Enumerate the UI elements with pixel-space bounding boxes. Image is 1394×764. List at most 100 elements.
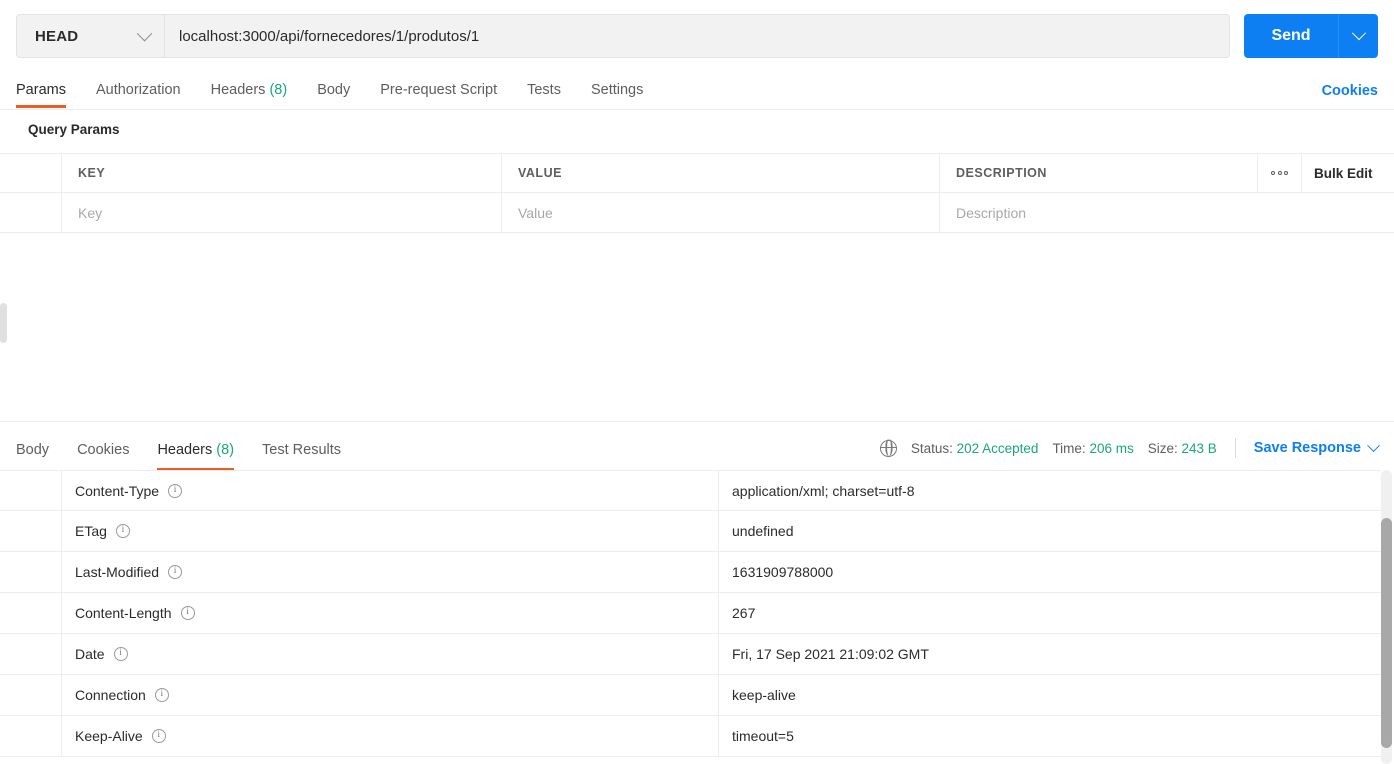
response-tabs: Body Cookies Headers (8) Test Results <box>16 422 369 470</box>
bulk-edit-button[interactable]: Bulk Edit <box>1302 154 1394 192</box>
response-scrollbar-thumb[interactable] <box>1381 518 1392 748</box>
column-label: DESCRIPTION <box>956 166 1047 180</box>
header-key-cell: Last-Modified i <box>62 552 719 592</box>
table-row: ETag i undefined <box>0 511 1381 552</box>
params-empty-area <box>0 235 1394 421</box>
header-key-cell: Keep-Alive i <box>62 716 719 756</box>
tab-response-cookies[interactable]: Cookies <box>77 442 129 470</box>
globe-icon <box>879 439 897 457</box>
tab-response-headers[interactable]: Headers (8) <box>157 442 234 470</box>
select-all-cell <box>0 154 62 192</box>
time-group: Time: 206 ms <box>1052 441 1133 456</box>
tab-label: Pre-request Script <box>380 81 498 98</box>
header-value-cell: undefined <box>732 523 794 539</box>
response-meta: Status: 202 Accepted Time: 206 ms Size: … <box>879 438 1380 470</box>
request-scrollbar-thumb[interactable] <box>0 303 7 343</box>
column-label: VALUE <box>518 166 562 180</box>
params-more-options-button[interactable] <box>1258 154 1302 192</box>
header-key-label: Last-Modified <box>75 564 160 580</box>
header-key-cell: Connection i <box>62 675 719 715</box>
tab-label: Tests <box>527 81 561 98</box>
tab-label: Authorization <box>95 81 181 98</box>
request-bar: HEAD localhost:3000/api/fornecedores/1/p… <box>0 0 1394 72</box>
row-checkbox-cell[interactable] <box>0 193 62 232</box>
response-bar: Body Cookies Headers (8) Test Results St… <box>0 421 1394 470</box>
tab-label: Settings <box>590 81 644 98</box>
tab-tests[interactable]: Tests <box>527 74 561 108</box>
header-key-cell: Content-Length i <box>62 593 719 633</box>
status-label: Status: <box>910 440 953 456</box>
ellipsis-icon <box>1271 171 1288 175</box>
method-select[interactable]: HEAD <box>17 15 165 57</box>
status-value: 202 Accepted <box>956 440 1039 456</box>
bulk-edit-label: Bulk Edit <box>1314 165 1373 181</box>
row-spacer-cell <box>0 552 62 592</box>
info-icon[interactable]: i <box>168 483 183 498</box>
send-options-button[interactable] <box>1338 14 1378 58</box>
header-value-cell: keep-alive <box>732 687 796 703</box>
header-key-cell: Content-Type i <box>62 471 719 510</box>
info-icon[interactable]: i <box>180 606 195 620</box>
tab-label: Params <box>16 81 66 98</box>
tab-label: Headers <box>210 81 266 98</box>
method-label: HEAD <box>35 27 79 45</box>
info-icon[interactable]: i <box>115 524 130 538</box>
info-icon[interactable]: i <box>113 647 128 661</box>
tab-params[interactable]: Params <box>16 74 66 108</box>
request-tabs: Params Authorization Headers (8) Body Pr… <box>0 72 1394 110</box>
tab-headers[interactable]: Headers (8) <box>211 74 288 108</box>
info-icon[interactable]: i <box>154 688 169 702</box>
header-key-label: Keep-Alive <box>75 728 143 744</box>
row-spacer-cell <box>0 511 62 551</box>
header-value-cell: application/xml; charset=utf-8 <box>732 482 915 499</box>
placeholder-text: Value <box>518 204 553 221</box>
info-icon[interactable]: i <box>151 729 166 743</box>
param-description-input[interactable]: Description <box>940 193 1394 232</box>
size-group: Size: 243 B <box>1148 441 1217 456</box>
header-value-cell: 1631909788000 <box>732 564 834 580</box>
send-group: Send <box>1244 14 1378 58</box>
tab-pre-request-script[interactable]: Pre-request Script <box>380 74 497 108</box>
chevron-down-icon <box>136 25 153 41</box>
tab-response-body[interactable]: Body <box>16 442 49 470</box>
row-spacer-cell <box>0 471 62 510</box>
tab-test-results[interactable]: Test Results <box>262 442 341 470</box>
response-headers-table: Content-Type i application/xml; charset=… <box>0 470 1381 764</box>
info-icon[interactable]: i <box>168 565 183 579</box>
tab-count: (8) <box>216 442 235 458</box>
table-row: Content-Length i 267 <box>0 593 1381 634</box>
placeholder-text: Description <box>956 204 1027 221</box>
save-response-button[interactable]: Save Response <box>1254 438 1380 456</box>
tab-label: Body <box>317 81 351 98</box>
param-key-input[interactable]: Key <box>62 193 502 232</box>
header-key-cell: ETag i <box>62 511 719 551</box>
time-value: 206 ms <box>1089 440 1134 456</box>
row-spacer-cell <box>0 716 62 756</box>
send-button[interactable]: Send <box>1244 14 1338 58</box>
chevron-down-icon <box>1351 26 1366 41</box>
tab-authorization[interactable]: Authorization <box>96 74 181 108</box>
url-input[interactable]: localhost:3000/api/fornecedores/1/produt… <box>165 15 1229 57</box>
tab-body[interactable]: Body <box>317 74 350 108</box>
row-spacer-cell <box>0 593 62 633</box>
header-value-cell: 267 <box>732 605 756 621</box>
header-key-cell: Date i <box>62 634 719 674</box>
size-value: 243 B <box>1181 440 1217 456</box>
param-value-input[interactable]: Value <box>502 193 940 232</box>
header-key-label: Content-Type <box>75 482 160 499</box>
chevron-down-icon <box>1367 438 1380 452</box>
column-header-value: VALUE <box>502 154 940 192</box>
tab-count: (8) <box>269 81 288 98</box>
tab-label: Test Results <box>262 442 342 458</box>
header-key-label: Connection <box>75 687 146 703</box>
cookies-link[interactable]: Cookies <box>1322 83 1378 99</box>
header-key-label: ETag <box>75 523 107 539</box>
table-header-row: KEY VALUE DESCRIPTION Bulk Edit <box>0 153 1394 193</box>
column-header-key: KEY <box>62 154 502 192</box>
tab-settings[interactable]: Settings <box>591 74 643 108</box>
tab-label: Headers <box>157 442 213 458</box>
query-params-table: KEY VALUE DESCRIPTION Bulk Edit Key Valu… <box>0 153 1394 233</box>
header-value-cell: Fri, 17 Sep 2021 21:09:02 GMT <box>732 646 929 662</box>
column-header-description: DESCRIPTION <box>940 154 1258 192</box>
table-row: Date i Fri, 17 Sep 2021 21:09:02 GMT <box>0 634 1381 675</box>
